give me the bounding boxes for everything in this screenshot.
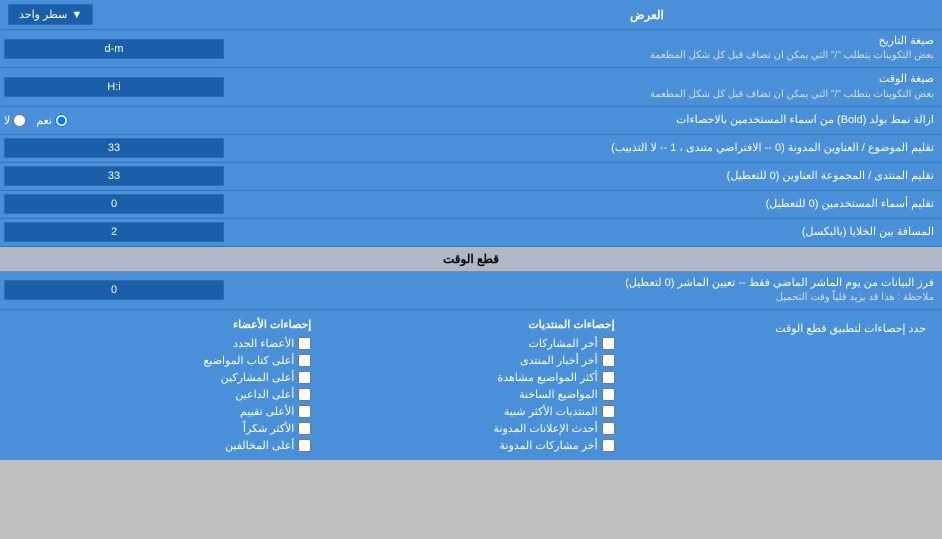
checkbox-top-rated-input[interactable] — [298, 405, 311, 418]
usernames-input-wrap — [0, 192, 280, 216]
radio-yes-text: نعم — [36, 114, 52, 127]
checkbox-top-moderators-label: أعلى المخالفين — [225, 439, 294, 452]
checkbox-top-posters-sub-label: أعلى المشاركين — [221, 371, 295, 384]
checkbox-most-thanks[interactable]: الأكثر شكراً — [8, 422, 311, 435]
checkbox-new-members-input[interactable] — [298, 337, 311, 350]
checkbox-similar-forums-label: المنتديات الأكثر شبية — [504, 405, 598, 418]
checkbox-last-announcements[interactable]: أحدث الإعلانات المدونة — [311, 422, 614, 435]
checkbox-most-viewed-label: أكثر المواضيع مشاهدة — [497, 371, 597, 384]
topics-titles-label: تقليم الموضوع / العناوين المدونة (0 -- ا… — [280, 137, 942, 160]
forum-titles-label: تقليم المنتدى / المجموعة العناوين (0 للت… — [280, 165, 942, 188]
dropdown-arrow: ▼ — [71, 9, 82, 21]
time-format-input[interactable] — [4, 77, 224, 97]
checkbox-hot-topics[interactable]: المواضيع الساخنة — [311, 388, 614, 401]
checkbox-last-pinned-label: أخر مشاركات المدونة — [500, 439, 598, 452]
checkbox-top-posters[interactable]: أعلى كتاب المواضيع — [8, 354, 311, 367]
checkbox-top-online[interactable]: أعلى الداعين — [8, 388, 311, 401]
checkbox-top-posters-sub-input[interactable] — [298, 371, 311, 384]
checkbox-last-announcements-label: أحدث الإعلانات المدونة — [494, 422, 598, 435]
topics-titles-input[interactable] — [4, 138, 224, 158]
header-row: العرض ▼ سطر واحد — [0, 0, 942, 30]
forum-titles-row: تقليم المنتدى / المجموعة العناوين (0 للت… — [0, 163, 942, 191]
usernames-input[interactable] — [4, 194, 224, 214]
member-stats-col: إحصاءات الأعضاء الأعضاء الجدد أعلى كتاب … — [8, 318, 311, 452]
checkbox-top-moderators[interactable]: أعلى المخالفين — [8, 439, 311, 452]
checkbox-last-posts-input[interactable] — [602, 337, 615, 350]
bold-remove-radio-group: نعم لا — [4, 114, 68, 127]
bold-remove-label: ازالة نمط بولد (Bold) من اسماء المستخدمي… — [280, 109, 942, 132]
checkboxes-area: حدد إحصاءات لتطبيق قطع الوقت إحصاءات الم… — [0, 314, 942, 456]
checkbox-top-rated[interactable]: الأعلى تقييم — [8, 405, 311, 418]
checkbox-top-online-label: أعلى الداعين — [235, 388, 294, 401]
checkbox-similar-forums-input[interactable] — [602, 405, 615, 418]
checkbox-top-posters-input[interactable] — [298, 354, 311, 367]
bold-remove-input-wrap: نعم لا — [0, 112, 280, 129]
time-format-label: صيغة الوقت بعض التكوينات يتطلب "/" التي … — [280, 68, 942, 105]
checkbox-top-rated-label: الأعلى تقييم — [240, 405, 294, 418]
checkbox-hot-topics-label: المواضيع الساخنة — [519, 388, 598, 401]
date-format-label: صيغة التاريخ بعض التكوينات يتطلب "/" الت… — [280, 30, 942, 67]
radio-yes-label[interactable]: نعم — [36, 114, 68, 127]
date-format-input-wrap — [0, 37, 280, 61]
checkbox-top-moderators-input[interactable] — [298, 439, 311, 452]
date-format-input[interactable] — [4, 39, 224, 59]
checkbox-last-news-input[interactable] — [602, 354, 615, 367]
cutoff-days-input-wrap — [0, 278, 280, 302]
space-cells-input[interactable] — [4, 222, 224, 242]
checkbox-hot-topics-input[interactable] — [602, 388, 615, 401]
checkbox-new-members[interactable]: الأعضاء الجدد — [8, 337, 311, 350]
display-dropdown[interactable]: ▼ سطر واحد — [8, 4, 93, 25]
radio-no-text: لا — [4, 114, 10, 127]
space-cells-input-wrap — [0, 220, 280, 244]
checkbox-new-members-label: الأعضاء الجدد — [233, 337, 294, 350]
checkbox-top-posters-label: أعلى كتاب المواضيع — [204, 354, 295, 367]
radio-yes[interactable] — [55, 114, 68, 127]
forum-stats-title: إحصاءات المنتديات — [311, 318, 614, 331]
cutoff-days-row: فرز البيانات من يوم الماشر الماضي فقط --… — [0, 272, 942, 310]
checkbox-similar-forums[interactable]: المنتديات الأكثر شبية — [311, 405, 614, 418]
topics-titles-input-wrap — [0, 136, 280, 160]
radio-no[interactable] — [13, 114, 26, 127]
checkbox-top-online-input[interactable] — [298, 388, 311, 401]
apply-label: حدد إحصاءات لتطبيق قطع الوقت — [615, 318, 934, 339]
cutoff-section-title: قطع الوقت — [443, 252, 499, 266]
bottom-section: حدد إحصاءات لتطبيق قطع الوقت إحصاءات الم… — [0, 310, 942, 460]
checkbox-last-announcements-input[interactable] — [602, 422, 615, 435]
member-stats-title: إحصاءات الأعضاء — [8, 318, 311, 331]
date-format-row: صيغة التاريخ بعض التكوينات يتطلب "/" الت… — [0, 30, 942, 68]
time-format-input-wrap — [0, 75, 280, 99]
dropdown-label: سطر واحد — [19, 8, 67, 21]
checkbox-top-posters-sub[interactable]: أعلى المشاركين — [8, 371, 311, 384]
checkbox-most-thanks-label: الأكثر شكراً — [243, 422, 294, 435]
checkbox-last-news-label: أخر أخبار المنتدى — [520, 354, 598, 367]
cutoff-days-input[interactable] — [4, 280, 224, 300]
radio-no-label[interactable]: لا — [4, 114, 26, 127]
cutoff-section-header: قطع الوقت — [0, 247, 942, 272]
usernames-label: تقليم أسماء المستخدمين (0 للتعطيل) — [280, 193, 942, 216]
forum-stats-col: إحصاءات المنتديات أخر المشاركات أخر أخبا… — [311, 318, 614, 452]
forum-titles-input[interactable] — [4, 166, 224, 186]
checkbox-most-viewed[interactable]: أكثر المواضيع مشاهدة — [311, 371, 614, 384]
checkbox-last-pinned-input[interactable] — [602, 439, 615, 452]
checkbox-last-news[interactable]: أخر أخبار المنتدى — [311, 354, 614, 367]
checkbox-last-pinned[interactable]: أخر مشاركات المدونة — [311, 439, 614, 452]
checkbox-most-thanks-input[interactable] — [298, 422, 311, 435]
main-container: العرض ▼ سطر واحد — [0, 0, 942, 460]
time-format-row: صيغة الوقت بعض التكوينات يتطلب "/" التي … — [0, 68, 942, 106]
cutoff-days-label: فرز البيانات من يوم الماشر الماضي فقط --… — [280, 272, 942, 309]
space-cells-label: المسافة بين الخلايا (بالبكسل) — [280, 221, 942, 244]
header-label: العرض — [630, 8, 664, 22]
forum-titles-input-wrap — [0, 164, 280, 188]
checkbox-last-posts[interactable]: أخر المشاركات — [311, 337, 614, 350]
bold-remove-row: ازالة نمط بولد (Bold) من اسماء المستخدمي… — [0, 107, 942, 135]
usernames-row: تقليم أسماء المستخدمين (0 للتعطيل) — [0, 191, 942, 219]
checkbox-most-viewed-input[interactable] — [602, 371, 615, 384]
topics-titles-row: تقليم الموضوع / العناوين المدونة (0 -- ا… — [0, 135, 942, 163]
checkbox-last-posts-label: أخر المشاركات — [529, 337, 598, 350]
space-cells-row: المسافة بين الخلايا (بالبكسل) — [0, 219, 942, 247]
